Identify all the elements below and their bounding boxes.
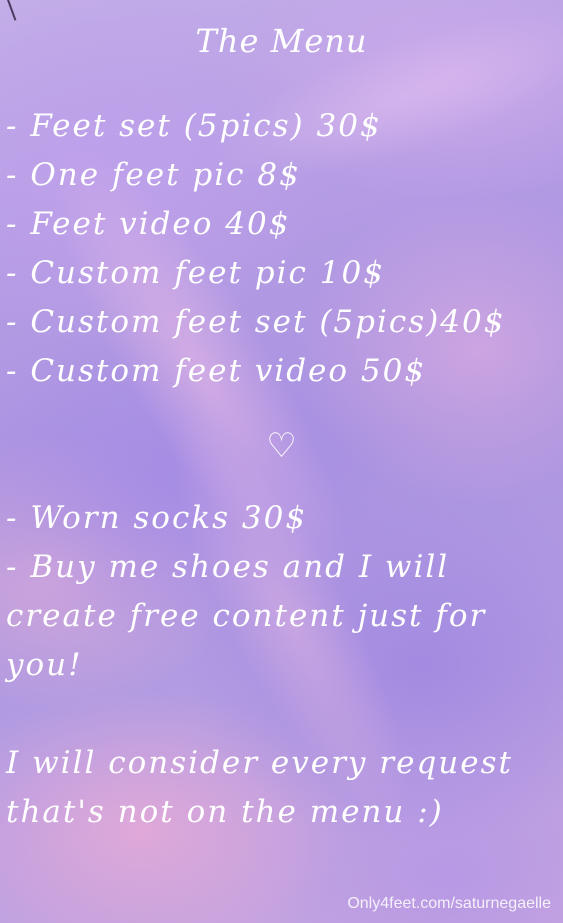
closing-line: that's not on the menu :) [6, 794, 444, 830]
watermark-text: Only4feet.com/saturnegaelle [347, 895, 551, 912]
extra-item: you! [6, 647, 83, 683]
extra-item: create free content just for [6, 598, 487, 634]
closing-line: I will consider every request [6, 745, 513, 781]
heart-icon: ♡ [266, 426, 297, 466]
menu-item: - Feet set (5pics) 30$ [6, 108, 382, 144]
menu-item: - One feet pic 8$ [6, 157, 301, 193]
page-title: The Menu [195, 22, 368, 60]
extra-item: - Buy me shoes and I will [6, 549, 450, 585]
corner-mark [7, 0, 17, 21]
menu-item: - Custom feet pic 10$ [6, 255, 385, 291]
menu-item: - Custom feet video 50$ [6, 353, 427, 389]
menu-item: - Feet video 40$ [6, 206, 291, 242]
menu-item: - Custom feet set (5pics)40$ [6, 304, 506, 340]
extra-item: - Worn socks 30$ [6, 500, 308, 536]
